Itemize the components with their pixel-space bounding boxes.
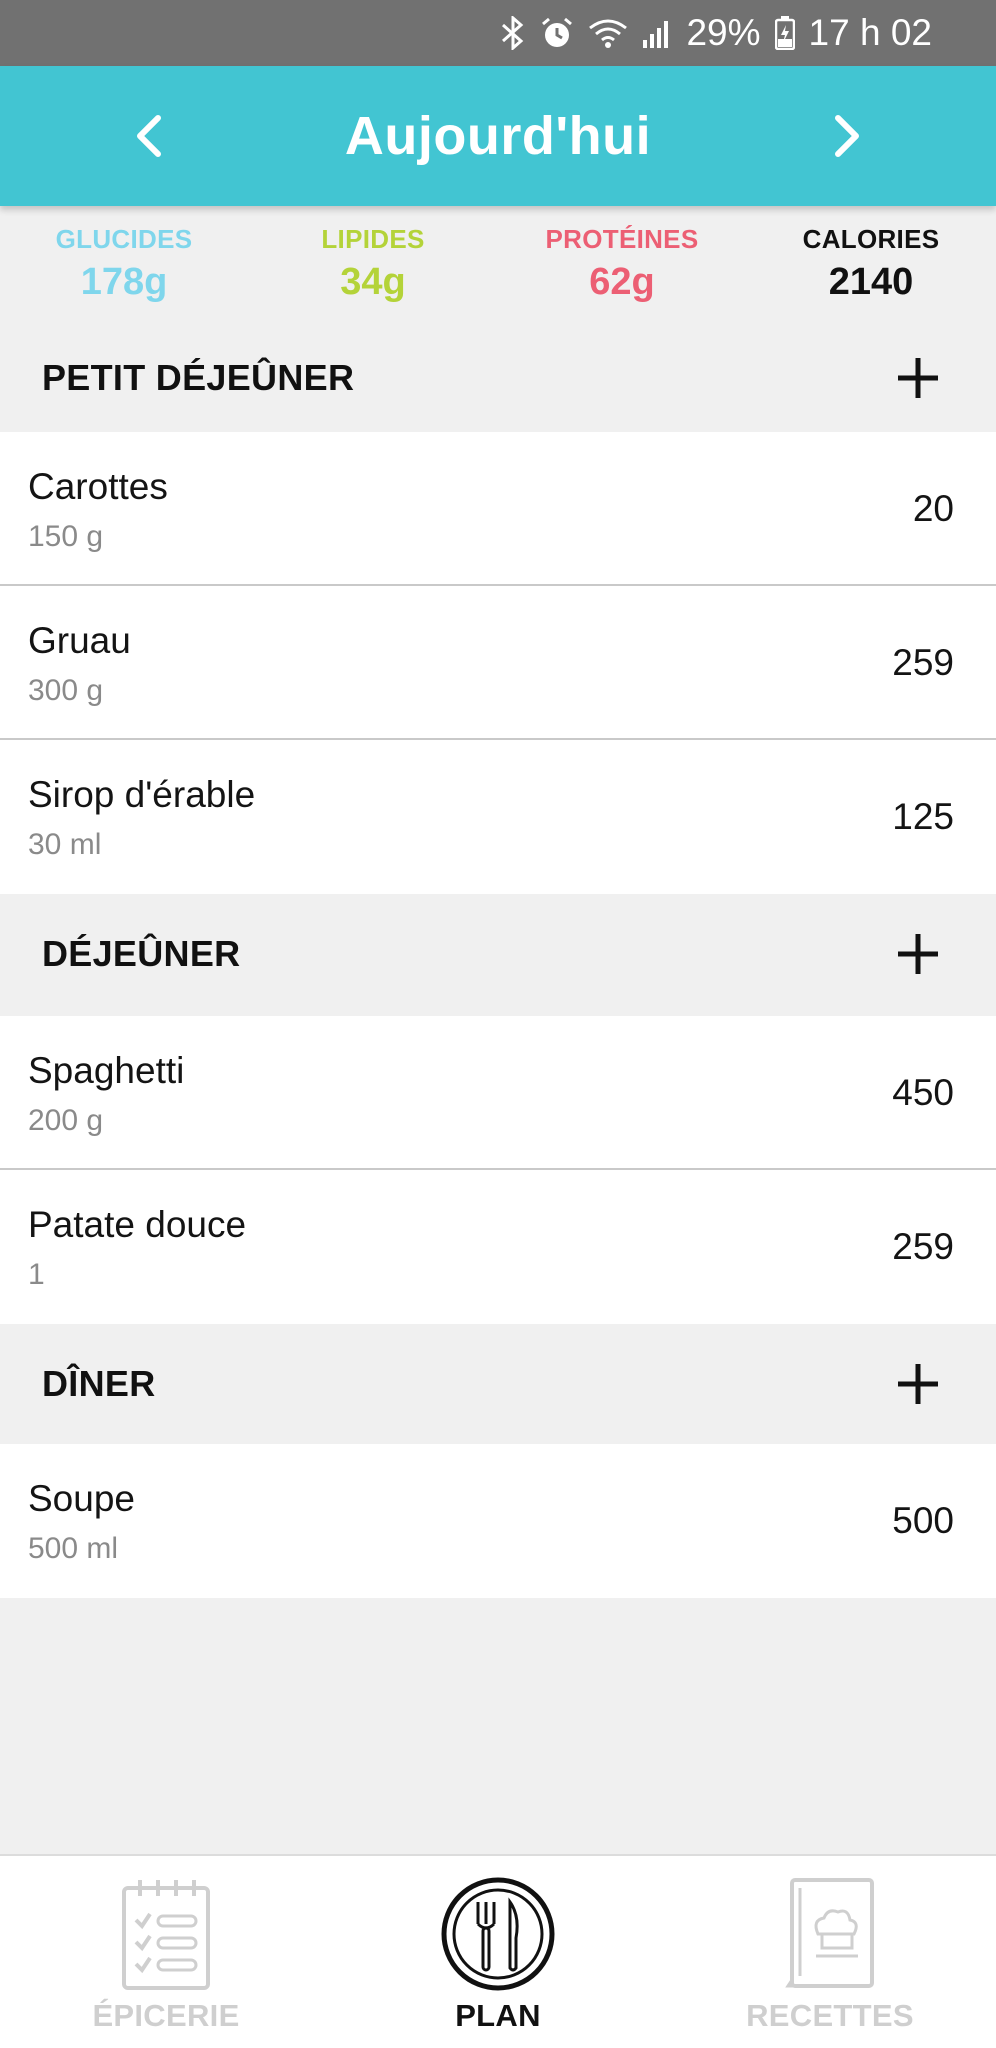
tab-label: ÉPICERIE	[92, 1998, 240, 2033]
battery-icon	[774, 16, 795, 50]
wifi-icon	[588, 17, 628, 49]
status-bar: 29% 17 h 02	[0, 0, 996, 66]
meal-title: PETIT DÉJEÛNER	[42, 357, 355, 398]
food-calories: 259	[892, 642, 954, 683]
add-food-button[interactable]	[888, 1354, 948, 1414]
food-name: Patate douce	[28, 1204, 247, 1245]
bluetooth-icon	[500, 16, 526, 50]
food-quantity: 500 ml	[28, 1532, 119, 1565]
food-item-row[interactable]: Carottes 150 g 20	[0, 432, 996, 586]
macro-lipides: LIPIDES 34g	[273, 224, 473, 304]
chevron-right-icon	[835, 115, 859, 157]
food-quantity: 200 g	[28, 1104, 104, 1137]
food-item-row[interactable]: Soupe 500 ml 500	[0, 1444, 996, 1598]
food-calories: 259	[892, 1226, 954, 1267]
food-calories: 450	[892, 1072, 954, 1113]
app-header: Aujourd'hui	[0, 66, 996, 206]
next-day-button[interactable]	[818, 106, 878, 166]
tab-label: PLAN	[455, 1998, 541, 2033]
plus-icon	[898, 358, 938, 398]
tab-epicerie[interactable]: ÉPICERIE	[0, 1856, 332, 2048]
plate-fork-knife-icon	[438, 1874, 558, 1994]
add-food-button[interactable]	[888, 924, 948, 984]
signal-icon	[642, 18, 672, 48]
battery-percent: 29%	[686, 12, 761, 53]
food-name: Spaghetti	[28, 1050, 185, 1091]
macro-label: CALORIES	[802, 224, 940, 254]
macro-label: GLUCIDES	[55, 224, 193, 254]
macro-value: 2140	[828, 261, 914, 303]
food-item-row[interactable]: Spaghetti 200 g 450	[0, 1016, 996, 1170]
food-item-row[interactable]: Gruau 300 g 259	[0, 586, 996, 740]
previous-day-button[interactable]	[118, 106, 178, 166]
plus-icon	[898, 1364, 938, 1404]
food-calories: 500	[892, 1500, 954, 1541]
food-item-row[interactable]: Sirop d'érable 30 ml 125	[0, 740, 996, 894]
add-food-button[interactable]	[888, 348, 948, 408]
food-quantity: 30 ml	[28, 828, 102, 861]
meal-title: DÉJEÛNER	[42, 933, 241, 974]
tab-plan[interactable]: PLAN	[332, 1856, 664, 2048]
chevron-left-icon	[137, 115, 161, 157]
macro-proteines: PROTÉINES 62g	[522, 224, 722, 304]
food-name: Sirop d'érable	[28, 774, 256, 815]
macro-label: LIPIDES	[321, 224, 425, 254]
meal-section-dinner: DÎNER	[0, 1324, 996, 1444]
meal-section-lunch: DÉJEÛNER	[0, 894, 996, 1014]
meal-title: DÎNER	[42, 1363, 156, 1404]
macro-label: PROTÉINES	[545, 224, 699, 254]
macro-glucides: GLUCIDES 178g	[24, 224, 224, 304]
food-calories: 125	[892, 796, 954, 837]
food-item-row[interactable]: Patate douce 1 259	[0, 1170, 996, 1324]
macro-value: 62g	[589, 261, 655, 303]
food-calories: 20	[912, 488, 954, 529]
macro-value: 178g	[80, 261, 168, 303]
food-quantity: 1	[28, 1258, 45, 1291]
tab-recettes[interactable]: RECETTES	[664, 1856, 996, 2048]
meal-section-breakfast: PETIT DÉJEÛNER	[0, 318, 996, 438]
food-quantity: 150 g	[28, 520, 104, 553]
food-quantity: 300 g	[28, 674, 104, 707]
tab-label: RECETTES	[746, 1998, 914, 2033]
page-title: Aujourd'hui	[344, 106, 652, 166]
food-name: Soupe	[28, 1478, 135, 1519]
checklist-icon	[106, 1874, 226, 1994]
food-name: Gruau	[28, 620, 131, 661]
plus-icon	[898, 934, 938, 974]
clock: 17 h 02	[808, 12, 932, 53]
food-name: Carottes	[28, 466, 168, 507]
alarm-icon	[540, 16, 574, 50]
recipe-book-icon	[770, 1874, 890, 1994]
macro-value: 34g	[340, 261, 406, 303]
macros-summary: GLUCIDES 178g LIPIDES 34g PROTÉINES 62g …	[0, 206, 996, 328]
bottom-navigation: ÉPICERIE PLAN RECETTES	[0, 1854, 996, 2048]
macro-calories: CALORIES 2140	[771, 224, 971, 304]
